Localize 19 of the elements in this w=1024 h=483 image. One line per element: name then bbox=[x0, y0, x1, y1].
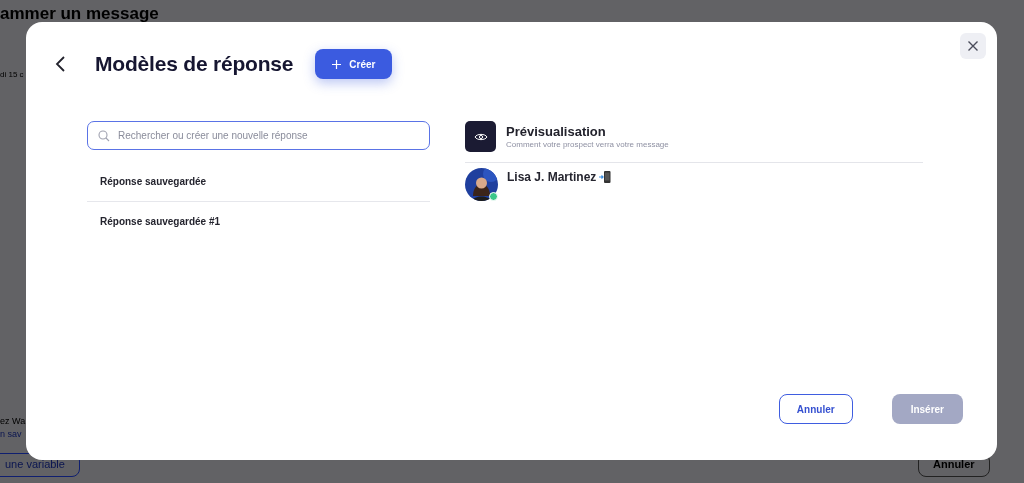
footer-link[interactable]: n sav bbox=[0, 429, 22, 439]
cancel-button[interactable]: Annuler bbox=[778, 394, 853, 424]
phone-icon bbox=[599, 170, 612, 184]
back-icon[interactable] bbox=[54, 55, 68, 73]
date-text: di 15 c bbox=[0, 70, 24, 79]
create-button[interactable]: Créer bbox=[315, 49, 393, 79]
response-item[interactable]: Réponse sauvegardée bbox=[87, 162, 430, 201]
eye-icon bbox=[465, 121, 496, 152]
plus-icon bbox=[332, 59, 342, 69]
search-field[interactable]: Rechercher ou créer une nouvelle réponse bbox=[87, 121, 430, 150]
preview-title: Prévisualisation bbox=[506, 124, 607, 139]
contact-name: Lisa J. Martinez bbox=[507, 170, 597, 184]
page-title: ammer un message bbox=[0, 4, 159, 24]
preview-subtitle: Comment votre prospect verra votre message bbox=[506, 140, 669, 149]
footer-text: ez Wa bbox=[0, 416, 26, 426]
response-item[interactable]: Réponse sauvegardée #1 bbox=[87, 201, 430, 241]
dialog-title: Modèles de réponse bbox=[95, 52, 294, 76]
close-icon bbox=[967, 40, 979, 52]
close-button[interactable] bbox=[960, 33, 986, 59]
